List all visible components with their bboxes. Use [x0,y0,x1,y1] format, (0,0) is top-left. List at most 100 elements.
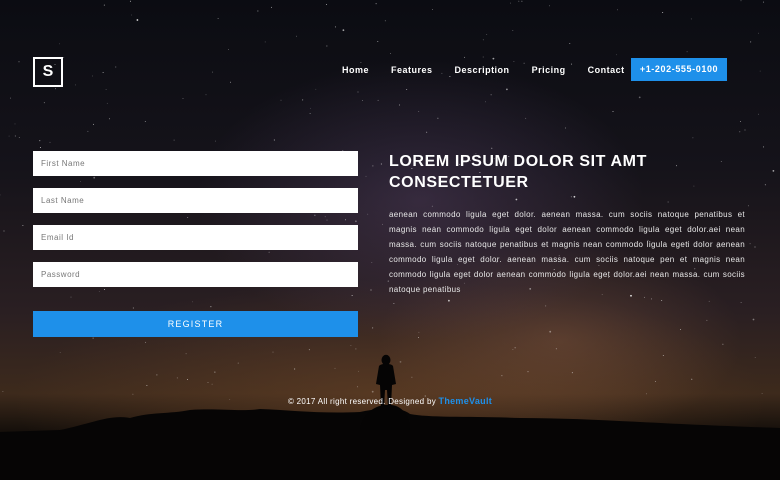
star [437,117,439,119]
star [482,56,484,58]
star [772,170,775,172]
star [211,383,213,385]
star [464,56,466,58]
hero-content: LOREM IPSUM DOLOR SIT AMT CONSECTETUER a… [389,151,745,297]
star [230,81,231,83]
star [310,107,311,109]
logo[interactable]: S [33,57,63,87]
star [549,5,550,7]
star [58,43,60,45]
designer-link[interactable]: ThemeVault [439,396,493,406]
nav-description[interactable]: Description [455,64,510,76]
star [146,384,148,386]
star [393,302,395,304]
star [357,386,359,388]
star [692,137,694,139]
star [129,0,131,2]
registration-form: REGISTER [33,151,358,337]
star [63,57,65,58]
star [55,88,56,90]
last-name-field[interactable] [33,188,358,213]
star [176,377,178,379]
star [2,390,4,392]
star [39,140,41,142]
star [490,94,492,96]
email-field[interactable] [33,225,358,250]
nav-pricing[interactable]: Pricing [532,64,566,76]
star [555,348,557,350]
star [448,299,450,302]
star [309,113,311,114]
star [237,362,239,364]
nav-home[interactable]: Home [342,64,369,76]
star [482,39,484,41]
first-name-field[interactable] [33,151,358,176]
star [92,75,93,77]
star [357,91,359,93]
star [296,35,297,37]
star [380,163,382,165]
star [510,2,511,4]
star [616,54,618,56]
star [708,300,710,302]
star [18,137,20,139]
star [365,175,367,177]
nav-features[interactable]: Features [391,64,433,76]
star [212,71,214,73]
star [432,9,433,11]
star [758,113,759,115]
star [377,41,379,43]
star [326,45,328,47]
star [514,347,516,349]
star [406,88,408,90]
star [512,30,514,32]
star [564,127,566,129]
star [651,298,652,300]
star [506,88,508,91]
star [758,32,759,34]
star [545,305,547,307]
star [217,18,219,20]
phone-button[interactable]: +1-202-555-0100 [631,58,727,81]
star [754,356,756,358]
hero-description: aenean commodo ligula eget dolor. aenean… [389,210,745,294]
star [722,343,724,345]
star [612,111,614,113]
star [108,118,110,120]
password-field[interactable] [33,262,358,287]
star [491,147,493,149]
star [375,3,377,5]
star [486,34,488,35]
star [185,353,187,355]
star [43,102,45,104]
star [257,10,259,12]
star [92,337,94,339]
star [527,371,529,373]
star [355,348,357,350]
hero-heading: LOREM IPSUM DOLOR SIT AMT CONSECTETUER [389,153,647,191]
star [739,120,741,122]
register-button[interactable]: REGISTER [33,311,358,337]
star [654,381,656,383]
star [350,345,352,347]
star [49,141,51,143]
star [14,135,16,137]
star [3,230,5,232]
star [763,1,765,3]
star [273,139,275,141]
star [187,379,189,380]
star [638,96,641,99]
star [749,243,751,245]
star [280,99,282,101]
star [549,330,552,333]
star [680,328,681,330]
star [382,223,383,225]
star [105,89,107,90]
star [115,66,117,68]
star [411,376,413,378]
nav-contact[interactable]: Contact [588,64,625,76]
star [569,42,571,44]
star [87,130,89,132]
star [205,94,207,96]
star [518,0,520,2]
